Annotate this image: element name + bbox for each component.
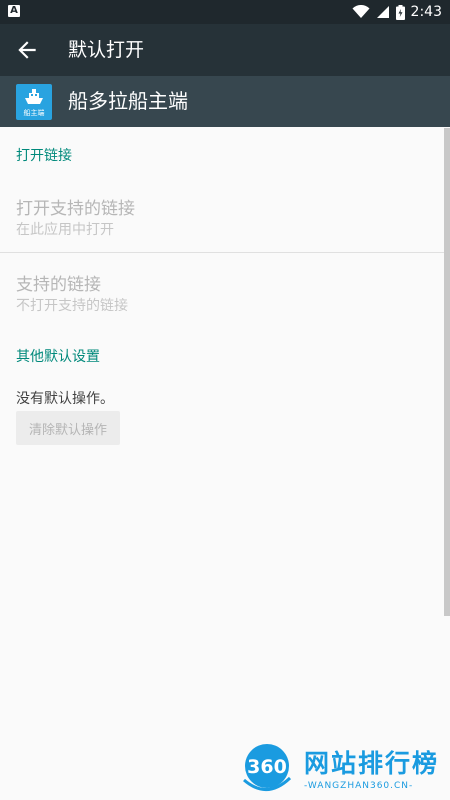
status-bar: A 2:43 <box>0 0 450 24</box>
arrow-back-icon[interactable] <box>14 37 40 63</box>
pref-supported-links-summary: 不打开支持的链接 <box>16 298 128 314</box>
scrollbar[interactable] <box>444 128 450 616</box>
watermark-logo-text: 360 <box>247 756 287 778</box>
app-info-row: 船主端 船多拉船主端 <box>0 76 450 127</box>
notification-a-icon: A <box>8 5 20 17</box>
system-icons: 2:43 <box>352 0 442 24</box>
pref-supported-links-title: 支持的链接 <box>16 275 101 295</box>
signal-icon <box>376 6 389 18</box>
pref-open-supported-links-title: 打开支持的链接 <box>16 199 135 219</box>
watermark-subtitle: -WANGZHAN360.CN- <box>304 781 414 791</box>
no-default-text: 没有默认操作。 <box>16 391 114 407</box>
section-header-other-defaults: 其他默认设置 <box>16 349 100 365</box>
clear-defaults-button[interactable]: 清除默认操作 <box>16 411 120 445</box>
app-name: 船多拉船主端 <box>68 89 188 113</box>
battery-icon <box>395 4 405 20</box>
watermark-logo: 360 <box>243 744 292 791</box>
watermark: 360 网站排行榜 -WANGZHAN360.CN- <box>238 738 450 800</box>
divider <box>0 252 444 253</box>
watermark-title: 网站排行榜 <box>304 749 440 778</box>
page-title: 默认打开 <box>68 39 145 61</box>
app-icon-caption: 船主端 <box>23 109 45 117</box>
section-header-open-links: 打开链接 <box>16 148 72 164</box>
pref-open-supported-links-summary: 在此应用中打开 <box>16 222 114 238</box>
app-bar: 默认打开 <box>0 24 450 76</box>
clock-time: 2:43 <box>410 4 442 20</box>
ship-icon <box>25 89 43 104</box>
wifi-icon <box>352 5 370 18</box>
app-icon: 船主端 <box>16 84 52 120</box>
